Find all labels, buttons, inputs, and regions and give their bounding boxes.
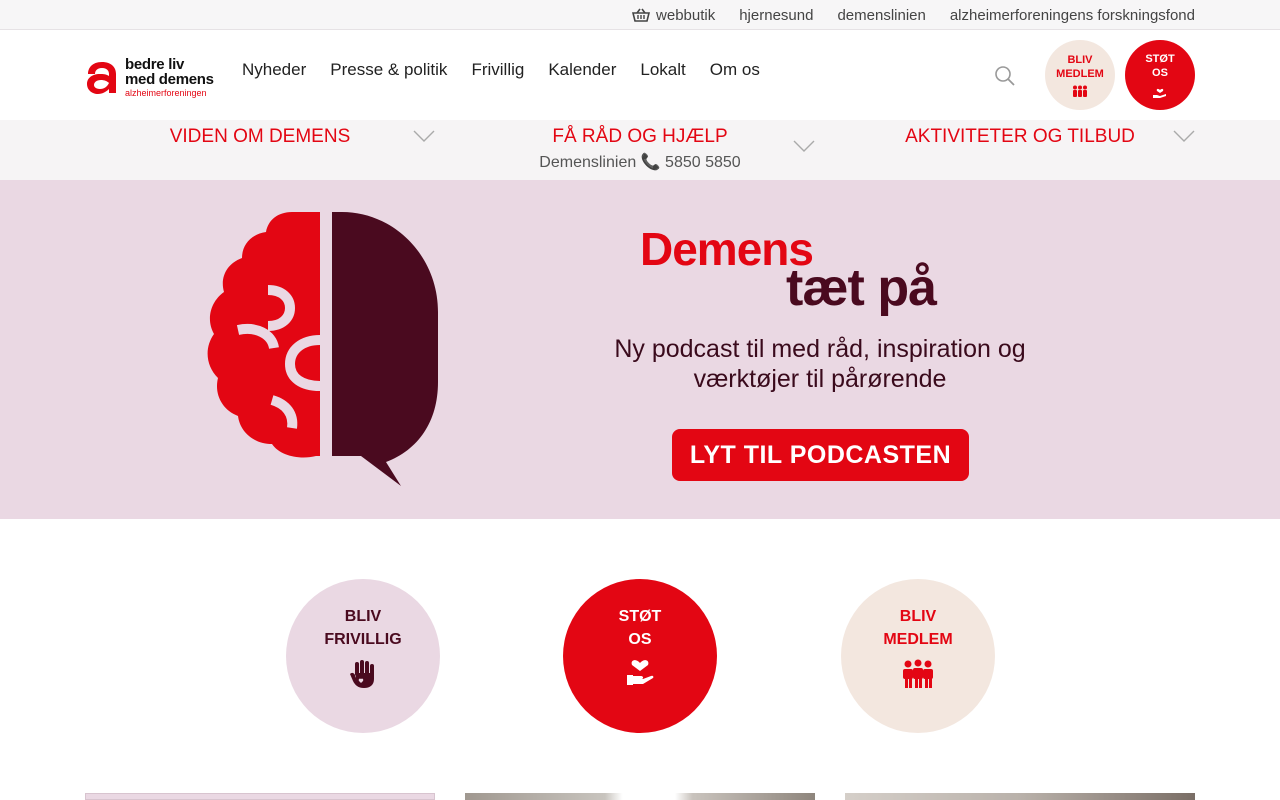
- header-bliv-medlem-button[interactable]: BLIV MEDLEM: [1045, 40, 1115, 110]
- logo-line3: alzheimerforeningen: [125, 88, 207, 98]
- news-card[interactable]: [845, 793, 1195, 800]
- hero-subtitle: tæt på: [786, 259, 937, 317]
- news-card[interactable]: [465, 793, 815, 800]
- listen-podcast-button[interactable]: LYT TIL PODCASTEN: [672, 429, 969, 481]
- webbutik-link[interactable]: webbutik: [632, 7, 715, 24]
- logo-line2: med demens: [125, 71, 214, 88]
- nav-om-os[interactable]: Om os: [710, 60, 760, 80]
- hjernesund-link[interactable]: hjernesund: [739, 7, 813, 24]
- nav-frivillig[interactable]: Frivillig: [471, 60, 524, 80]
- people-icon: [1073, 85, 1087, 97]
- header-stot-os-button[interactable]: STØT OS: [1125, 40, 1195, 110]
- search-button[interactable]: [992, 63, 1018, 89]
- brain-speech-bubble-illustration: [207, 212, 438, 486]
- news-card[interactable]: [85, 793, 435, 800]
- nav-nyheder[interactable]: Nyheder: [242, 60, 306, 80]
- category-title: FÅ RÅD OG HJÆLP: [552, 126, 728, 147]
- chevron-down-icon: [1173, 130, 1195, 142]
- category-title: VIDEN OM DEMENS: [169, 126, 351, 147]
- bliv-medlem-button[interactable]: BLIV MEDLEM: [841, 579, 995, 733]
- forskningsfond-link[interactable]: alzheimerforeningens forskningsfond: [950, 7, 1195, 24]
- heart-hand-icon: [627, 660, 654, 685]
- category-aktiviteter-og-tilbud[interactable]: AKTIVITETER OG TILBUD: [845, 120, 1195, 180]
- logo-text: bedre liv med demens alzheimerforeningen: [125, 57, 214, 98]
- bliv-frivillig-button[interactable]: BLIV FRIVILLIG: [286, 579, 440, 733]
- category-title: AKTIVITETER OG TILBUD: [905, 126, 1135, 147]
- header-medlem-label: BLIV MEDLEM: [1056, 54, 1104, 80]
- hero-banner[interactable]: Demens tæt på Ny podcast til med råd, in…: [0, 180, 1280, 519]
- chevron-down-icon: [793, 140, 815, 152]
- nav-presse-politik[interactable]: Presse & politik: [330, 60, 447, 80]
- hand-icon: [350, 660, 374, 688]
- action-label: STØT OS: [618, 608, 662, 648]
- chevron-down-icon: [413, 130, 435, 142]
- logo-mark-icon: [87, 61, 116, 94]
- stot-os-button[interactable]: STØT OS: [563, 579, 717, 733]
- category-viden-om-demens[interactable]: VIDEN OM DEMENS: [85, 120, 435, 180]
- basket-icon: [632, 8, 651, 23]
- logo-line1: bedre liv: [125, 56, 184, 73]
- demenslinien-link[interactable]: demenslinien: [837, 7, 925, 24]
- demenslinien-phone[interactable]: Demenslinien 📞 5850 5850: [465, 152, 815, 172]
- action-label: BLIV FRIVILLIG: [324, 608, 402, 648]
- main-nav: Nyheder Presse & politik Frivillig Kalen…: [242, 30, 760, 110]
- logo[interactable]: bedre liv med demens alzheimerforeningen: [85, 57, 214, 98]
- heart-hand-icon: [1153, 88, 1166, 98]
- nav-lokalt[interactable]: Lokalt: [640, 60, 685, 80]
- search-icon: [995, 66, 1015, 86]
- hero-text: Ny podcast til med råd, inspiration og v…: [614, 335, 1026, 393]
- header: bedre liv med demens alzheimerforeningen…: [0, 30, 1280, 120]
- people-icon: [903, 659, 933, 688]
- category-bar: VIDEN OM DEMENS FÅ RÅD OG HJÆLP Demensli…: [0, 120, 1280, 180]
- utility-links: webbutik hjernesund demenslinien alzheim…: [632, 0, 1195, 30]
- webbutik-label: webbutik: [656, 6, 716, 24]
- utility-bar: webbutik hjernesund demenslinien alzheim…: [0, 0, 1280, 30]
- action-label: BLIV MEDLEM: [883, 608, 953, 648]
- category-faa-raad-og-hjaelp[interactable]: FÅ RÅD OG HJÆLP Demenslinien 📞 5850 5850: [465, 120, 815, 180]
- header-stot-label: STØT OS: [1145, 53, 1175, 79]
- nav-kalender[interactable]: Kalender: [548, 60, 616, 80]
